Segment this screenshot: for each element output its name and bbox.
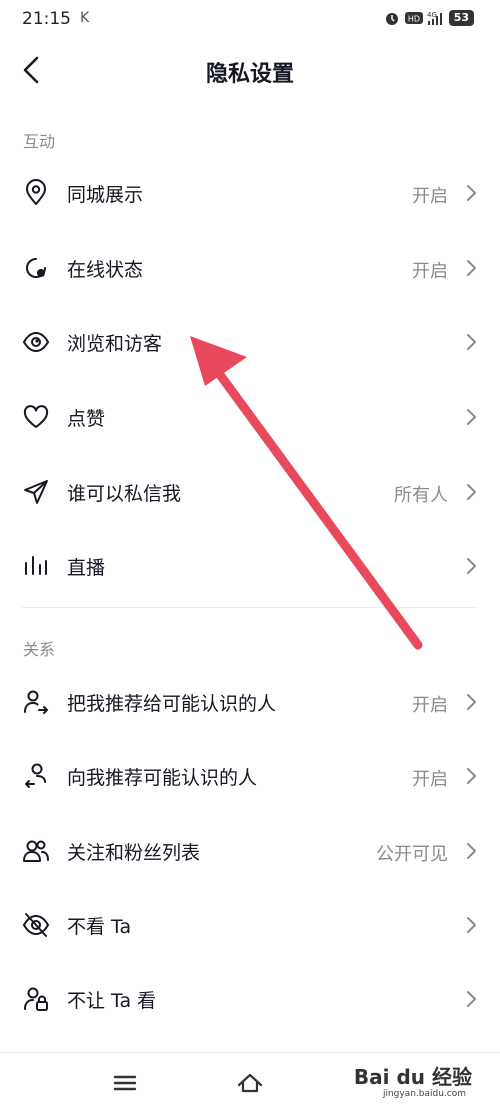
row-label: 把我推荐给可能认识的人 [67, 693, 277, 715]
chevron-right-icon [467, 991, 476, 1007]
row-recommend-people-to-me[interactable]: 向我推荐可能认识的人 开启 [0, 738, 500, 812]
user-lock-icon [24, 987, 48, 1011]
row-label: 不看 Ta [67, 916, 132, 938]
heart-icon [23, 405, 49, 428]
row-dont-let-them-see[interactable]: 不让 Ta 看 [0, 961, 500, 1035]
section-label-relationship: 关系 [23, 640, 56, 659]
row-online-status[interactable]: 在线状态 开启 [0, 230, 500, 304]
row-label: 关注和粉丝列表 [67, 842, 201, 864]
row-browse-and-visitors[interactable]: 浏览和访客 [0, 304, 500, 378]
row-label: 不让 Ta 看 [67, 990, 157, 1012]
eye-icon [22, 331, 50, 353]
chevron-right-icon [467, 694, 476, 710]
row-same-city-display[interactable]: 同城展示 开启 [0, 155, 500, 229]
battery-indicator: 53 [448, 10, 474, 26]
chevron-right-icon [467, 409, 476, 425]
chevron-right-icon [467, 558, 476, 574]
svg-text:4G: 4G [427, 11, 437, 19]
chevron-right-icon [467, 334, 476, 350]
user-recommend-icon [25, 763, 46, 788]
home-icon[interactable] [235, 1069, 265, 1097]
row-likes[interactable]: 点赞 [0, 379, 500, 453]
live-bars-icon [25, 556, 47, 575]
chevron-right-icon [467, 843, 476, 859]
menu-icon[interactable] [110, 1069, 140, 1097]
row-value: 开启 [412, 186, 448, 207]
alarm-icon [385, 13, 398, 25]
signal-4g-icon: 4G [427, 11, 442, 25]
row-label: 向我推荐可能认识的人 [67, 767, 258, 789]
row-value: 所有人 [394, 485, 448, 506]
row-dont-see-them[interactable]: 不看 Ta [0, 887, 500, 961]
page-title: 隐私设置 [205, 62, 294, 87]
row-recommend-me-to-others[interactable]: 把我推荐给可能认识的人 开启 [0, 664, 500, 738]
paper-plane-icon [24, 480, 48, 504]
section-divider [22, 607, 478, 608]
row-value: 开启 [412, 769, 448, 790]
status-notification-icon: K [80, 10, 90, 26]
row-value: 开启 [412, 695, 448, 716]
online-status-icon [26, 258, 46, 278]
watermark-url: jingyan.baidu.com [382, 1089, 466, 1099]
chevron-right-icon [467, 484, 476, 500]
watermark-logo: Bai du 经验 [353, 1065, 472, 1089]
chevron-right-icon [467, 917, 476, 933]
chevron-right-icon [467, 260, 476, 276]
row-value: 公开可见 [376, 844, 448, 865]
chevron-right-icon [467, 768, 476, 784]
status-time: 21:15 [22, 9, 71, 29]
row-label: 点赞 [67, 408, 106, 430]
row-following-and-followers[interactable]: 关注和粉丝列表 公开可见 [0, 813, 500, 887]
header: 隐私设置 [0, 40, 500, 100]
row-label: 直播 [67, 557, 106, 579]
row-label: 同城展示 [67, 184, 144, 206]
row-value: 开启 [412, 261, 448, 282]
users-icon [23, 840, 49, 862]
status-icons: HD 4G 53 [383, 10, 474, 26]
row-label: 浏览和访客 [67, 333, 163, 355]
row-label: 在线状态 [67, 259, 144, 281]
hd-icon: HD [404, 12, 423, 24]
status-bar: 21:15 K HD 4G 53 [0, 0, 500, 40]
row-label: 谁可以私信我 [67, 483, 182, 505]
user-share-icon [24, 690, 48, 714]
location-pin-icon [26, 179, 46, 205]
row-live[interactable]: 直播 [0, 528, 500, 602]
chevron-right-icon [467, 185, 476, 201]
system-nav-bar: Bai du 经验 jingyan.baidu.com [0, 1052, 500, 1112]
svg-text:HD: HD [408, 15, 420, 24]
eye-off-icon [22, 913, 50, 937]
section-label-interaction: 互动 [23, 132, 56, 151]
row-who-can-message-me[interactable]: 谁可以私信我 所有人 [0, 454, 500, 528]
